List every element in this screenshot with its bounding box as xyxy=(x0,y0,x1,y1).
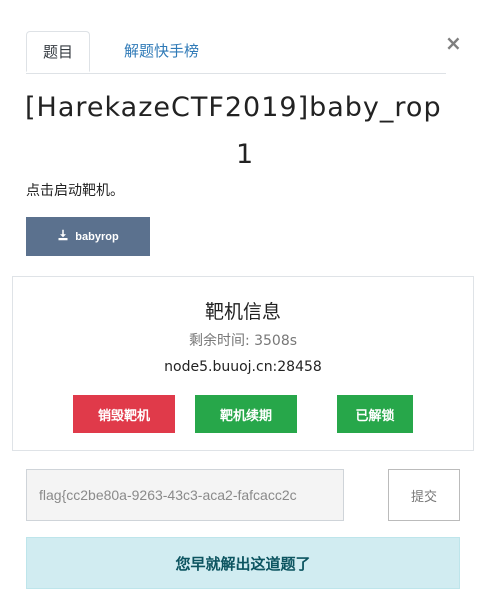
solved-toggle[interactable]: 已解锁 xyxy=(317,395,413,433)
renew-machine-button[interactable]: 靶机续期 xyxy=(195,395,297,433)
target-machine-title: 靶机信息 xyxy=(204,301,281,323)
challenge-tabs: 题目 解题快手榜 xyxy=(26,31,446,74)
challenge-title: [HarekazeCTF2019]baby_rop xyxy=(25,92,442,123)
download-icon xyxy=(57,229,69,244)
time-remaining: 剩余时间: 3508s xyxy=(188,333,298,349)
target-machine-panel: 靶机信息 剩余时间: 3508s node5.buuoj.cn:28458 销毁… xyxy=(12,276,474,451)
challenge-title-points: 1 xyxy=(236,139,254,170)
solved-status-alert: 您早就解出这道题了 xyxy=(26,537,460,589)
tab-challenge[interactable]: 题目 xyxy=(26,31,91,72)
start-hint: 点击启动靶机。 xyxy=(26,183,124,199)
tab-leaderboard[interactable]: 解题快手榜 xyxy=(108,31,215,72)
close-icon[interactable]: × xyxy=(445,31,462,55)
destroy-machine-button[interactable]: 销毁靶机 xyxy=(73,395,175,433)
flag-input[interactable] xyxy=(26,469,344,521)
download-button-label: babyrop xyxy=(75,230,119,243)
submit-flag-button[interactable]: 提交 xyxy=(388,469,460,521)
download-button[interactable]: babyrop xyxy=(26,217,150,256)
target-host: node5.buuoj.cn:28458 xyxy=(164,359,322,375)
